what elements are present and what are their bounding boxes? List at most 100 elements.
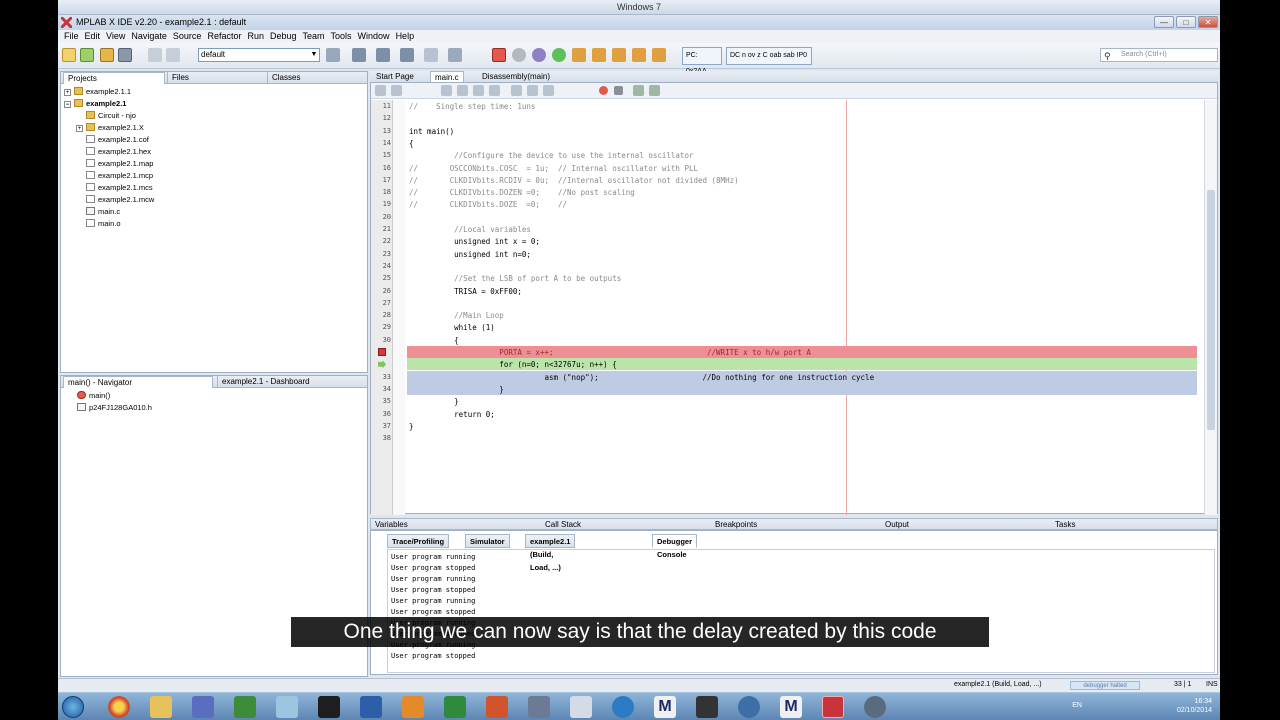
explorer-icon[interactable] — [150, 696, 172, 718]
visual-studio-icon[interactable] — [234, 696, 256, 718]
app-globe-icon[interactable] — [612, 696, 634, 718]
code-line[interactable]: { — [409, 139, 414, 148]
excel-icon[interactable] — [444, 696, 466, 718]
search-input[interactable]: ⚲ Search (Ctrl+I) — [1100, 48, 1218, 62]
open-project-icon[interactable] — [100, 48, 114, 62]
code-line[interactable]: //Local variables — [409, 225, 531, 234]
terminal-icon[interactable] — [696, 696, 718, 718]
tree-item[interactable]: example2.1.hex — [86, 146, 151, 158]
next-bookmark-icon[interactable] — [527, 85, 538, 96]
code-line[interactable]: { — [409, 336, 459, 345]
code-line[interactable]: asm ("nop"); //Do nothing for one instru… — [409, 373, 874, 382]
tab-navigator[interactable]: main() - Navigator — [63, 376, 213, 388]
code-line[interactable]: PORTA = x++; //WRITE x to h/w port A — [409, 348, 811, 357]
language-indicator[interactable]: EN — [1072, 701, 1082, 710]
run-to-cursor-icon[interactable] — [632, 48, 646, 62]
reset-icon[interactable] — [532, 48, 546, 62]
record-macro-icon[interactable] — [599, 86, 608, 95]
tree-item[interactable]: Circuit - njo — [76, 110, 136, 122]
code-line[interactable]: } — [409, 397, 459, 406]
menu-file[interactable]: File — [61, 30, 82, 43]
tab-tasks[interactable]: Tasks — [1055, 519, 1075, 530]
close-button[interactable]: ✕ — [1198, 16, 1218, 28]
build-icon[interactable] — [352, 48, 366, 62]
tab-build-load[interactable]: example2.1 (Build, Load, ...) — [525, 534, 576, 572]
tree-item[interactable]: example2.1.mcw — [86, 194, 154, 206]
code-line[interactable]: //Set the LSB of port A to be outputs — [409, 274, 621, 283]
tab-output[interactable]: Output — [885, 519, 909, 530]
matlab-m2-icon[interactable]: M — [780, 696, 802, 718]
new-file-icon[interactable] — [62, 48, 76, 62]
outlook-icon[interactable] — [402, 696, 424, 718]
tree-item[interactable]: + example2.1.X — [76, 122, 144, 134]
menu-window[interactable]: Window — [355, 30, 393, 43]
code-line[interactable]: // CLKDIVbits.DOZE =0; // — [409, 200, 567, 209]
scrollbar-thumb[interactable] — [1207, 190, 1215, 430]
step-into-icon[interactable] — [592, 48, 606, 62]
code-area[interactable]: // Single step time: 1uns int main() { //C… — [371, 100, 1219, 515]
build-options-icon[interactable] — [448, 48, 462, 62]
previous-bookmark-icon[interactable] — [511, 85, 522, 96]
menu-source[interactable]: Source — [170, 30, 205, 43]
tab-trace-profiling[interactable]: Trace/Profiling — [387, 534, 450, 548]
code-line[interactable]: } — [409, 385, 504, 394]
clean-build-icon[interactable] — [376, 48, 390, 62]
clock-date[interactable]: 02/10/2014 — [1177, 706, 1212, 715]
start-button[interactable] — [62, 696, 84, 718]
maximize-button[interactable]: □ — [1176, 16, 1196, 28]
menu-view[interactable]: View — [103, 30, 128, 43]
code-line[interactable]: unsigned int x = 0; — [409, 237, 540, 246]
find-next-icon[interactable] — [473, 85, 484, 96]
tree-item[interactable]: example2.1.mcs — [86, 182, 153, 194]
make-program-icon[interactable] — [400, 48, 414, 62]
menu-tools[interactable]: Tools — [328, 30, 355, 43]
navigator-item[interactable]: p24FJ128GA010.h — [77, 402, 152, 414]
clock-time[interactable]: 16:34 — [1177, 697, 1212, 706]
menu-refactor[interactable]: Refactor — [204, 30, 244, 43]
app-globe2-icon[interactable] — [738, 696, 760, 718]
tree-item[interactable]: example2.1.map — [86, 158, 153, 170]
debugger-console[interactable]: User program running User program stopped… — [387, 549, 1215, 673]
tab-projects[interactable]: Projects — [63, 72, 165, 84]
code-line[interactable]: // Single step time: 1uns — [409, 102, 535, 111]
tab-simulator[interactable]: Simulator — [465, 534, 510, 548]
tree-item[interactable]: example2.1.cof — [86, 134, 149, 146]
find-previous-icon[interactable] — [457, 85, 468, 96]
matlab-m-icon[interactable]: M — [654, 696, 676, 718]
tab-dashboard[interactable]: example2.1 - Dashboard — [217, 376, 367, 388]
toggle-bookmark-icon[interactable] — [543, 85, 554, 96]
set-pc-icon[interactable] — [652, 48, 666, 62]
code-line[interactable]: for (n=0; n<32767u; n++) { — [409, 360, 616, 369]
read-device-icon[interactable] — [424, 48, 438, 62]
tree-item[interactable]: main.c — [86, 206, 120, 218]
code-line[interactable]: //Main Loop — [409, 311, 504, 320]
uncomment-icon[interactable] — [649, 85, 660, 96]
word-icon[interactable] — [360, 696, 382, 718]
tab-call-stack[interactable]: Call Stack — [545, 519, 581, 530]
minimize-button[interactable]: — — [1154, 16, 1174, 28]
code-line[interactable]: //Configure the device to use the intern… — [409, 151, 693, 160]
tab-files[interactable]: Files — [167, 72, 267, 84]
pause-icon[interactable] — [512, 48, 526, 62]
configuration-select[interactable]: default ▼ — [198, 48, 320, 62]
code-line[interactable]: TRISA = 0xFF00; — [409, 287, 522, 296]
tab-classes[interactable]: Classes — [267, 72, 367, 84]
code-line[interactable]: // CLKDIVbits.RCDIV = 0u; //Internal osc… — [409, 176, 739, 185]
system-tray[interactable]: EN 16:34 02/10/2014 — [1072, 697, 1212, 715]
finish-debug-icon[interactable] — [492, 48, 506, 62]
tab-debugger-console[interactable]: Debugger Console — [652, 534, 698, 559]
command-prompt-icon[interactable] — [318, 696, 340, 718]
stop-macro-icon[interactable] — [614, 86, 623, 95]
notepad-icon[interactable] — [276, 696, 298, 718]
code-editor[interactable]: 11 12 13 14 15 16 17 18 19 20 21 22 23 24 25 26 27 28 29 30… — [370, 82, 1219, 515]
source-history-icon[interactable] — [375, 85, 386, 96]
tree-item[interactable]: main.o — [86, 218, 121, 230]
code-line[interactable]: unsigned int n=0; — [409, 250, 531, 259]
tab-breakpoints[interactable]: Breakpoints — [715, 519, 757, 530]
editor-scrollbar[interactable] — [1204, 100, 1217, 515]
new-project-icon[interactable] — [80, 48, 94, 62]
menu-run[interactable]: Run — [244, 30, 267, 43]
menu-help[interactable]: Help — [393, 30, 418, 43]
back-icon[interactable] — [391, 85, 402, 96]
step-out-icon[interactable] — [612, 48, 626, 62]
